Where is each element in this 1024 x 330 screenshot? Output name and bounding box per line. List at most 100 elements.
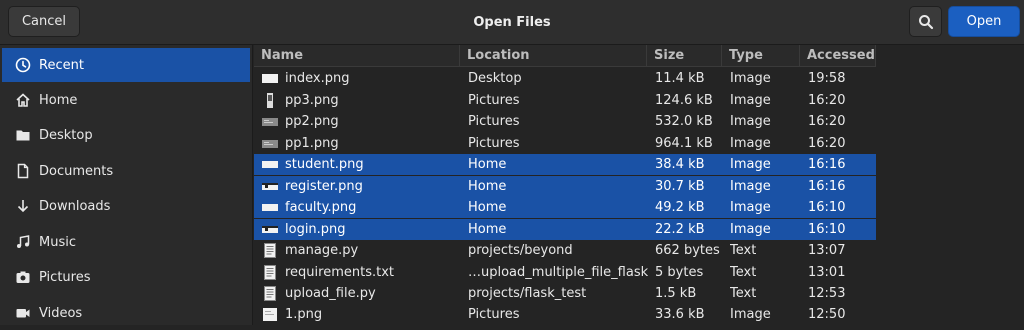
downloads-icon: [15, 198, 31, 214]
desktop-icon: [15, 127, 31, 143]
column-header-name[interactable]: Name: [254, 45, 460, 67]
file-location: Pictures: [468, 136, 520, 151]
file-accessed: 16:20: [808, 114, 846, 129]
file-accessed: 16:10: [808, 200, 846, 215]
search-button[interactable]: [909, 6, 942, 37]
header-bar: Open Files Cancel Open: [0, 0, 1024, 45]
sidebar-item-label: Documents: [39, 163, 114, 179]
file-size: 11.4 kB: [655, 71, 705, 86]
image-thumb-bar-icon: [262, 222, 278, 237]
sidebar-item-label: Pictures: [39, 269, 91, 285]
column-header-location[interactable]: Location: [460, 45, 647, 67]
home-icon: [15, 92, 31, 108]
file-size: 124.6 kB: [655, 93, 713, 108]
sidebar-item-music[interactable]: Music: [2, 225, 250, 259]
table-row[interactable]: requirements.txt …upload_multiple_file_f…: [254, 262, 876, 283]
file-location: Pictures: [468, 93, 520, 108]
file-location: Home: [468, 200, 507, 215]
file-type: Image: [730, 179, 771, 194]
sidebar-item-label: Downloads: [39, 198, 111, 214]
file-accessed: 12:50: [808, 307, 846, 322]
image-thumb-white-icon: [262, 71, 278, 86]
file-name: register.png: [285, 179, 363, 194]
file-list: Name Location Size Type Accessed index.p…: [254, 45, 1024, 325]
sidebar-item-documents[interactable]: Documents: [2, 154, 250, 188]
table-row[interactable]: manage.py projects/beyond 662 bytes Text…: [254, 240, 876, 261]
table-row[interactable]: pp2.png Pictures 532.0 kB Image 16:20: [254, 111, 876, 132]
table-row[interactable]: 1.png Pictures 33.6 kB Image 12:50: [254, 304, 876, 325]
places-sidebar: Recent Home Desktop Documents Downloads …: [0, 45, 253, 325]
file-type: Image: [730, 114, 771, 129]
file-accessed: 19:58: [808, 71, 846, 86]
image-thumb-white-icon: [262, 200, 278, 215]
file-location: …upload_multiple_file_flask: [468, 265, 649, 280]
file-size: 662 bytes: [655, 243, 720, 258]
recent-icon: [15, 57, 31, 73]
sidebar-item-home[interactable]: Home: [2, 83, 250, 117]
sidebar-item-label: Recent: [39, 57, 84, 73]
file-name: login.png: [285, 222, 346, 237]
table-row[interactable]: student.png Home 38.4 kB Image 16:16: [254, 154, 876, 175]
sidebar-item-downloads[interactable]: Downloads: [2, 189, 250, 223]
pictures-icon: [15, 269, 31, 285]
column-header-accessed[interactable]: Accessed: [800, 45, 876, 67]
file-name: index.png: [285, 71, 350, 86]
file-accessed: 16:16: [808, 157, 846, 172]
file-name: pp1.png: [285, 136, 339, 151]
table-row[interactable]: index.png Desktop 11.4 kB Image 19:58: [254, 68, 876, 89]
file-location: Home: [468, 157, 507, 172]
file-location: projects/beyond: [468, 243, 573, 258]
file-name: pp2.png: [285, 114, 339, 129]
sidebar-item-desktop[interactable]: Desktop: [2, 118, 250, 152]
sidebar-item-recent[interactable]: Recent: [2, 48, 250, 82]
column-header-size[interactable]: Size: [647, 45, 722, 67]
file-type: Text: [730, 243, 757, 258]
file-location: Home: [468, 222, 507, 237]
file-type: Image: [730, 157, 771, 172]
videos-icon: [15, 305, 31, 321]
file-accessed: 16:16: [808, 179, 846, 194]
open-button[interactable]: Open: [948, 6, 1020, 37]
file-name: faculty.png: [285, 200, 357, 215]
music-icon: [15, 234, 31, 250]
sidebar-item-label: Home: [39, 92, 78, 108]
file-accessed: 16:20: [808, 136, 846, 151]
search-icon: [918, 14, 933, 29]
file-type: Text: [730, 286, 757, 301]
text-file-icon: [262, 243, 278, 258]
file-location: Pictures: [468, 114, 520, 129]
file-accessed: 12:53: [808, 286, 846, 301]
table-row[interactable]: login.png Home 22.2 kB Image 16:10: [254, 219, 876, 240]
table-row[interactable]: faculty.png Home 49.2 kB Image 16:10: [254, 197, 876, 218]
file-type: Image: [730, 222, 771, 237]
table-row[interactable]: upload_file.py projects/flask_test 1.5 k…: [254, 283, 876, 304]
image-thumb-bar-icon: [262, 179, 278, 194]
file-name: student.png: [285, 157, 364, 172]
file-size: 30.7 kB: [655, 179, 705, 194]
table-row[interactable]: pp1.png Pictures 964.1 kB Image 16:20: [254, 133, 876, 154]
file-location: Home: [468, 179, 507, 194]
sidebar-item-pictures[interactable]: Pictures: [2, 260, 250, 294]
table-row[interactable]: register.png Home 30.7 kB Image 16:16: [254, 176, 876, 197]
column-header-type[interactable]: Type: [722, 45, 800, 67]
text-file-icon: [262, 286, 278, 301]
file-size: 532.0 kB: [655, 114, 713, 129]
file-location: Desktop: [468, 71, 522, 86]
sidebar-item-label: Desktop: [39, 127, 93, 143]
sidebar-item-label: Music: [39, 234, 76, 250]
cancel-button[interactable]: Cancel: [8, 6, 80, 37]
file-type: Image: [730, 93, 771, 108]
image-thumb-white-icon: [262, 157, 278, 172]
image-thumb-gray-icon: [262, 136, 278, 151]
file-accessed: 16:10: [808, 222, 846, 237]
file-accessed: 16:20: [808, 93, 846, 108]
file-size: 22.2 kB: [655, 222, 705, 237]
table-row[interactable]: pp3.png Pictures 124.6 kB Image 16:20: [254, 90, 876, 111]
file-type: Image: [730, 71, 771, 86]
file-name: requirements.txt: [285, 265, 395, 280]
image-thumb-gray-icon: [262, 114, 278, 129]
sidebar-item-label: Videos: [39, 305, 83, 321]
image-thumb-white-icon: [262, 307, 278, 322]
file-accessed: 13:01: [808, 265, 846, 280]
file-name: manage.py: [285, 243, 359, 258]
